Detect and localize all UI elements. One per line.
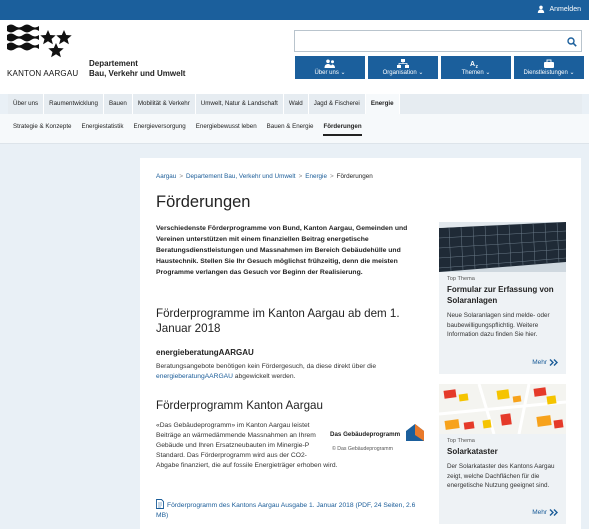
user-icon	[538, 5, 545, 13]
main-navigation: Über uns Raumentwicklung Bauen Mobilität…	[8, 94, 582, 114]
service-icon	[544, 59, 554, 68]
teaser-more-label: Mehr	[532, 509, 547, 516]
department-title[interactable]: Departement Bau, Verkehr und Umwelt	[89, 59, 185, 79]
login-label: Anmelden	[549, 5, 581, 13]
intro-text: Verschiedenste Förderprogramme von Bund,…	[156, 225, 408, 276]
search-icon	[566, 36, 577, 47]
gebaeudeprogramm-icon	[406, 424, 424, 441]
top-bar: Anmelden	[0, 0, 589, 20]
search-input[interactable]	[294, 30, 582, 52]
breadcrumb-link[interactable]: Departement Bau, Verkehr und Umwelt	[186, 173, 296, 180]
document-icon	[156, 499, 164, 509]
teaser-tag: Top Thema	[447, 276, 475, 282]
section-heading-kanton: Förderprogramm Kanton Aargau	[156, 399, 323, 412]
teaser-more-link[interactable]: Mehr	[532, 359, 558, 366]
quicknav-label: Organisation ⌄	[382, 70, 424, 76]
svg-text:A: A	[470, 61, 475, 68]
page-title: Förderungen	[156, 193, 251, 211]
teaser-more-label: Mehr	[532, 359, 547, 366]
paragraph-text: abgewickelt werden.	[232, 373, 296, 380]
paragraph-text: Beratungsangebote benötigen kein Förderg…	[156, 363, 377, 370]
mainnav-item-ueber-uns[interactable]: Über uns	[8, 94, 45, 114]
mainnav-item-umwelt[interactable]: Umwelt, Natur & Landschaft	[196, 94, 284, 114]
teaser-tag: Top Thema	[447, 438, 475, 444]
breadcrumb-separator: >	[329, 173, 334, 180]
teaser-title[interactable]: Formular zur Erfassung von Solaranlagen	[447, 284, 562, 306]
subnav-item-energieversorgung[interactable]: Energieversorgung	[133, 123, 185, 136]
mainnav-item-wald[interactable]: Wald	[284, 94, 309, 114]
quicknav-organisation[interactable]: Organisation ⌄	[368, 56, 438, 79]
quick-navigation: Über uns ⌄ Organisation ⌄ Az Themen ⌄ Di…	[295, 56, 584, 79]
pdf-link-text: Förderprogramm des Kantons Aargau Ausgab…	[156, 502, 416, 519]
quicknav-label: Dienstleistungen ⌄	[523, 70, 575, 76]
subnav-item-energiebewusst[interactable]: Energiebewusst leben	[196, 123, 257, 136]
breadcrumb-separator: >	[298, 173, 303, 180]
mainnav-item-bauen[interactable]: Bauen	[104, 94, 133, 114]
quicknav-ueber-uns[interactable]: Über uns ⌄	[295, 56, 365, 79]
solar-cadastre-map-image	[439, 384, 566, 434]
teaser-body: Neue Solaranlagen sind melde- oder baube…	[447, 312, 550, 338]
search-button[interactable]	[565, 35, 578, 48]
sub-navigation: Strategie & Konzepte Energiestatistik En…	[0, 114, 589, 144]
mainnav-item-energie[interactable]: Energie	[365, 94, 400, 114]
login-link[interactable]: Anmelden	[537, 5, 581, 13]
subheading-energieberatung: energieberatungAARGAU	[156, 348, 254, 357]
svg-text:z: z	[476, 64, 479, 68]
pdf-download-link[interactable]: Förderprogramm des Kantons Aargau Ausgab…	[156, 499, 426, 521]
breadcrumb-current: Förderungen	[336, 173, 373, 180]
teaser-more-link[interactable]: Mehr	[532, 509, 558, 516]
breadcrumb-link[interactable]: Aargau	[156, 173, 176, 180]
logo-text: KANTON AARGAU	[7, 69, 79, 78]
quicknav-themen[interactable]: Az Themen ⌄	[441, 56, 511, 79]
quicknav-label: Themen ⌄	[461, 70, 491, 76]
gebaeudeprogramm-copyright: © Das Gebäudeprogramm	[332, 446, 393, 452]
department-line1: Departement	[89, 59, 138, 68]
gebaeudeprogramm-logo: Das Gebäudeprogramm © Das Gebäudeprogram…	[330, 421, 426, 457]
paragraph-text: «Das Gebäudeprogramm» im Kanton Aargau l…	[156, 422, 338, 469]
teaser-solarkataster[interactable]: Top Thema Solarkataster Der Solarkataste…	[439, 384, 566, 524]
subnav-item-strategie[interactable]: Strategie & Konzepte	[13, 123, 71, 136]
double-chevron-right-icon	[549, 509, 558, 516]
teaser-body: Der Solarkataster des Kantons Aargau zei…	[447, 463, 555, 489]
energieberatung-link[interactable]: energieberatungAARGAU	[156, 373, 233, 380]
subnav-item-energiestatistik[interactable]: Energiestatistik	[81, 123, 123, 136]
subnav-item-foerderungen[interactable]: Förderungen	[323, 123, 362, 136]
double-chevron-right-icon	[549, 359, 558, 366]
solar-panel-image	[439, 222, 566, 272]
breadcrumb: Aargau > Departement Bau, Verkehr und Umw…	[156, 173, 373, 180]
breadcrumb-link[interactable]: Energie	[305, 173, 327, 180]
teaser-solaranlagen[interactable]: Top Thema Formular zur Erfassung von Sol…	[439, 222, 566, 374]
org-chart-icon	[397, 59, 409, 68]
az-icon: Az	[470, 61, 479, 68]
quicknav-label: Über uns ⌄	[314, 70, 346, 76]
section-heading-foerderprogramme: Förderprogramme im Kanton Aargau ab dem …	[156, 307, 400, 335]
people-icon	[324, 59, 335, 68]
teaser-title[interactable]: Solarkataster	[447, 446, 562, 457]
quicknav-dienstleistungen[interactable]: Dienstleistungen ⌄	[514, 56, 584, 79]
breadcrumb-separator: >	[179, 173, 183, 180]
mainnav-item-jagd[interactable]: Jagd & Fischerei	[309, 94, 366, 114]
mainnav-item-mobilitaet[interactable]: Mobilität & Verkehr	[133, 94, 196, 114]
mainnav-item-raumentwicklung[interactable]: Raumentwicklung	[44, 94, 104, 114]
gebaeudeprogramm-logo-text: Das Gebäudeprogramm	[330, 431, 401, 438]
gebaeudeprogramm-paragraph: Das Gebäudeprogramm © Das Gebäudeprogram…	[156, 421, 426, 471]
energieberatung-paragraph: Beratungsangebote benötigen kein Förderg…	[156, 362, 426, 382]
department-line2: Bau, Verkehr und Umwelt	[89, 69, 186, 78]
subnav-item-bauen-energie[interactable]: Bauen & Energie	[267, 123, 314, 136]
